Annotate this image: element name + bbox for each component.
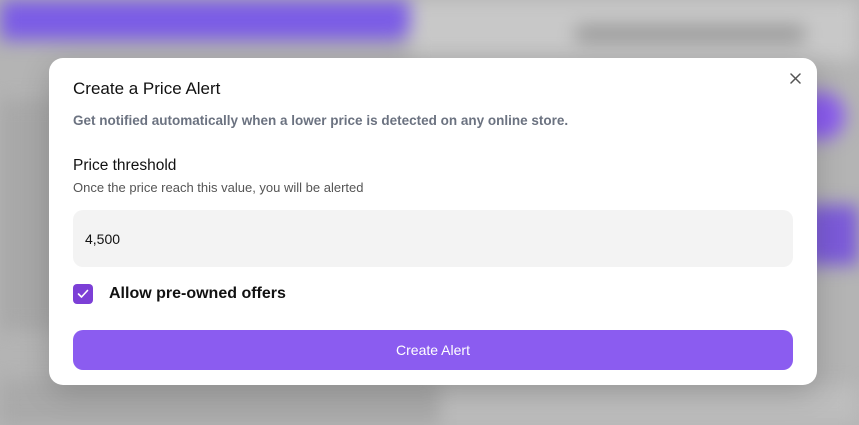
pre-owned-option: Allow pre-owned offers: [73, 284, 286, 304]
price-threshold-input[interactable]: [73, 210, 793, 267]
close-button[interactable]: [787, 70, 803, 86]
dialog-title: Create a Price Alert: [73, 79, 221, 98]
close-icon: [789, 72, 801, 84]
background-banner: [0, 0, 410, 40]
price-threshold-help: Once the price reach this value, you wil…: [73, 180, 364, 195]
background-title: [575, 25, 805, 43]
create-alert-button[interactable]: Create Alert: [73, 330, 793, 370]
pre-owned-label[interactable]: Allow pre-owned offers: [109, 285, 286, 303]
dialog-subtitle: Get notified automatically when a lower …: [73, 113, 569, 128]
price-alert-dialog: Create a Price Alert Get notified automa…: [49, 58, 817, 385]
check-icon: [77, 289, 89, 298]
background-footer-left: [0, 380, 440, 425]
pre-owned-checkbox[interactable]: [73, 284, 93, 304]
price-threshold-label: Price threshold: [73, 157, 177, 174]
